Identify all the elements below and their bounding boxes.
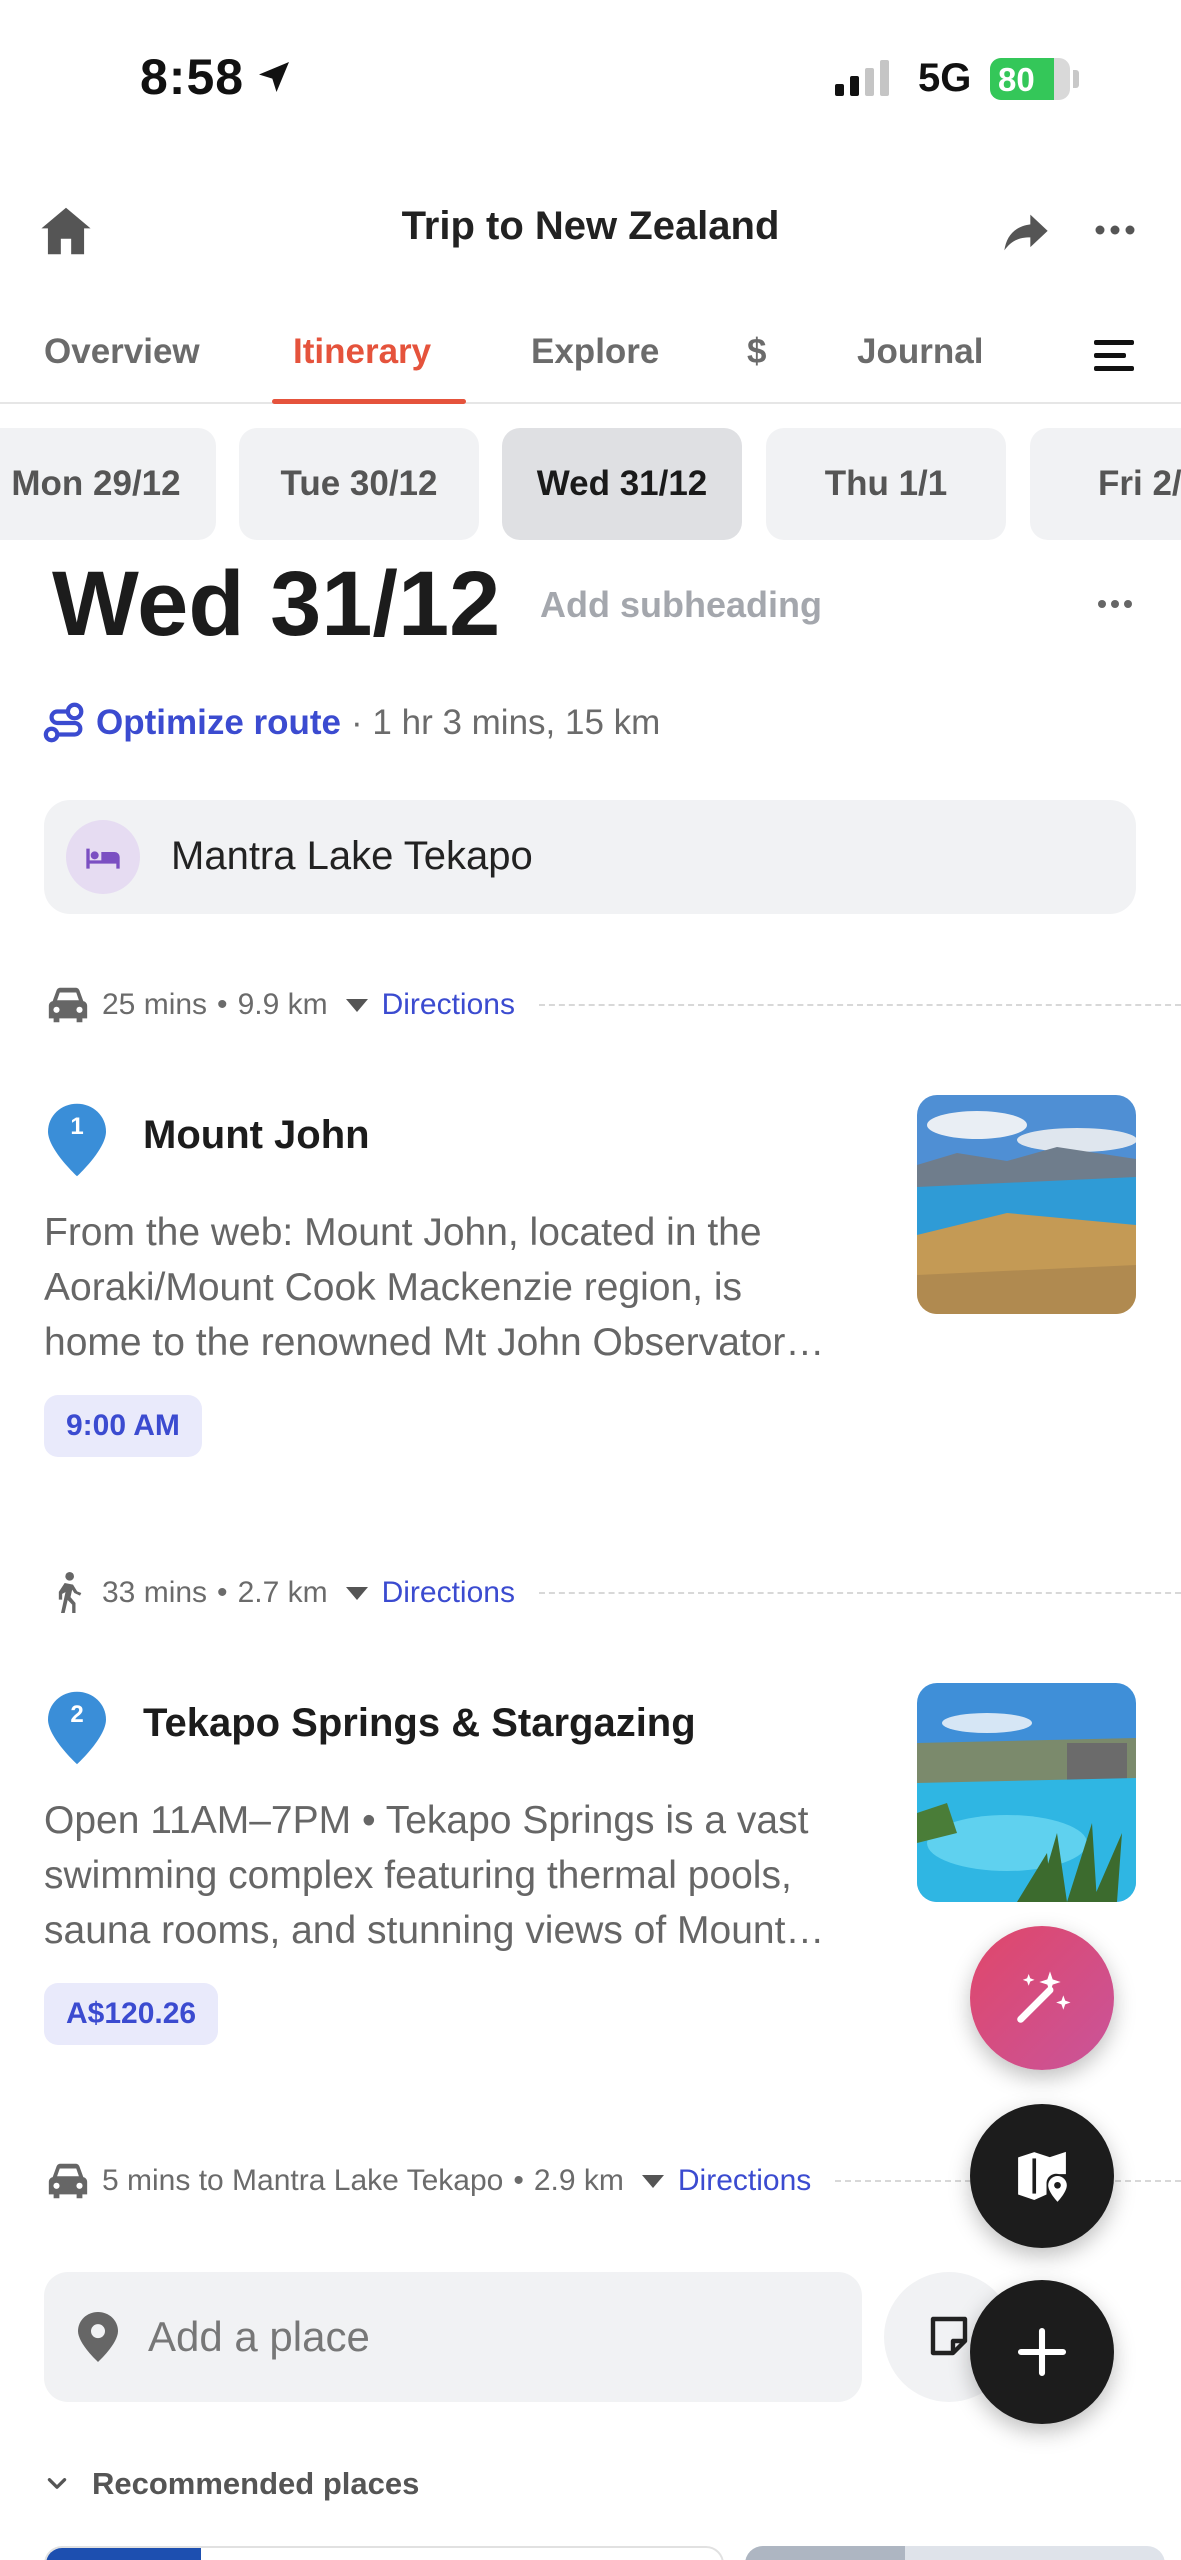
walk-icon — [44, 1572, 92, 1613]
add-button[interactable] — [970, 2280, 1114, 2424]
caret-down-icon[interactable] — [641, 2174, 664, 2188]
route-summary: · 1 hr 3 mins, 15 km — [351, 703, 661, 742]
caret-down-icon[interactable] — [345, 1586, 368, 1600]
car-icon — [44, 985, 92, 1025]
note-icon — [930, 2316, 968, 2356]
directions-link[interactable]: Directions — [678, 2164, 811, 2198]
tab-journal[interactable]: Journal — [857, 332, 983, 372]
travel-distance: 2.7 km — [237, 1576, 328, 1609]
time-badge[interactable]: 9:00 AM — [44, 1395, 202, 1457]
recommended-card-image — [745, 2546, 905, 2560]
recommended-card-image — [46, 2548, 201, 2560]
separator-dot: • — [217, 1576, 228, 1609]
lodging-name: Mantra Lake Tekapo — [171, 834, 533, 878]
place-photo[interactable] — [917, 1683, 1136, 1902]
recommended-card[interactable] — [44, 2546, 724, 2560]
network-type: 5G — [918, 56, 972, 100]
separator-dot: • — [217, 988, 228, 1021]
ellipsis-icon — [1098, 600, 1132, 608]
share-arrow-icon — [1004, 214, 1048, 251]
directions-link[interactable]: Directions — [382, 1576, 515, 1610]
travel-duration: 33 mins — [102, 1576, 208, 1609]
cellular-signal-icon — [835, 60, 889, 96]
lodging-icon-wrap — [66, 820, 140, 894]
place-number: 1 — [70, 1113, 84, 1140]
place-title: Mount John — [143, 1113, 370, 1157]
travel-duration: 5 mins to Mantra Lake Tekapo — [102, 2164, 504, 2197]
tab-explore[interactable]: Explore — [531, 332, 659, 372]
travel-distance: 2.9 km — [533, 2164, 624, 2197]
plus-icon — [1017, 2327, 1067, 2377]
place-number: 2 — [70, 1701, 84, 1728]
map-view-button[interactable] — [970, 2104, 1114, 2248]
place-description: Open 11AM–7PM • Tekapo Springs is a vast… — [44, 1793, 884, 1958]
divider — [538, 1004, 1181, 1006]
tab-overview[interactable]: Overview — [44, 332, 200, 372]
caret-down-icon[interactable] — [345, 998, 368, 1012]
description-line: Open 11AM–7PM • Tekapo Springs is a vast — [44, 1799, 809, 1842]
divider — [538, 1592, 1181, 1594]
hamburger-icon-line — [1094, 353, 1126, 358]
description-line: sauna rooms, and stunning views of Mount… — [44, 1909, 825, 1952]
tab-budget[interactable]: $ — [747, 332, 766, 372]
battery-tip — [1073, 70, 1079, 88]
chevron-down-icon — [47, 2478, 67, 2489]
map-pin-icon — [1018, 2151, 1067, 2202]
add-place-input[interactable]: Add a place — [44, 2272, 862, 2402]
description-line: home to the renowned Mt John Observator… — [44, 1321, 825, 1364]
battery-icon: 80 — [990, 58, 1070, 100]
ai-assistant-button[interactable] — [970, 1926, 1114, 2070]
battery-percent: 80 — [998, 61, 1035, 98]
place-card[interactable]: 1 Mount John From the web: Mount John, l… — [0, 1095, 1181, 1457]
travel-duration: 25 mins — [102, 988, 208, 1021]
place-description: From the web: Mount John, located in the… — [44, 1205, 884, 1370]
description-line: Aoraki/Mount Cook Mackenzie region, is — [44, 1266, 742, 1309]
date-chip[interactable]: Tue 30/12 — [239, 428, 479, 540]
day-options-button[interactable] — [1095, 592, 1135, 616]
active-tab-indicator — [272, 399, 466, 404]
place-title: Tekapo Springs & Stargazing — [143, 1701, 696, 1745]
hamburger-icon-line — [1094, 366, 1134, 371]
trip-header: Trip to New Zealand — [0, 190, 1181, 280]
ellipsis-icon — [1095, 225, 1135, 235]
status-bar: 8:58 5G 80 — [0, 0, 1181, 160]
trip-tabs: Overview Itinerary Explore $ Journal — [0, 320, 1181, 404]
status-time-text: 8:58 — [140, 49, 245, 105]
location-arrow-icon — [259, 62, 290, 92]
directions-link[interactable]: Directions — [382, 988, 515, 1022]
place-photo[interactable] — [917, 1095, 1136, 1314]
date-selector: Mon 29/12 Tue 30/12 Wed 31/12 Thu 1/1 Fr… — [0, 428, 1181, 540]
travel-segment: 25 mins • 9.9 km Directions — [44, 980, 1181, 1030]
travel-segment: 33 mins • 2.7 km Directions — [44, 1568, 1181, 1618]
date-chip[interactable]: Mon 29/12 — [0, 428, 216, 540]
date-chip[interactable]: Fri 2/1 — [1030, 428, 1181, 540]
recommended-card[interactable] — [745, 2546, 1165, 2560]
separator-dot: • — [513, 2164, 524, 2197]
recommended-places-label: Recommended places — [92, 2466, 420, 2501]
hamburger-icon-line — [1094, 340, 1134, 345]
optimize-route-link[interactable]: Optimize route — [96, 703, 341, 743]
bed-icon — [86, 848, 120, 869]
date-chip-selected[interactable]: Wed 31/12 — [502, 428, 742, 540]
tab-itinerary[interactable]: Itinerary — [293, 332, 431, 372]
lodging-card[interactable]: Mantra Lake Tekapo — [44, 800, 1136, 914]
route-icon — [43, 702, 84, 743]
status-time: 8:58 — [140, 48, 294, 106]
day-title: Wed 31/12 — [52, 553, 501, 655]
recommended-places-toggle[interactable]: Recommended places — [44, 2466, 419, 2502]
add-place-placeholder: Add a place — [148, 2313, 370, 2360]
description-line: swimming complex featuring thermal pools… — [44, 1854, 792, 1897]
travel-distance: 9.9 km — [237, 988, 328, 1021]
car-icon — [44, 2161, 92, 2201]
optimize-route-row: Optimize route · 1 hr 3 mins, 15 km — [42, 700, 660, 746]
location-pin-icon — [78, 2312, 118, 2362]
menu-button[interactable] — [1094, 340, 1140, 376]
date-chip[interactable]: Thu 1/1 — [766, 428, 1006, 540]
description-line: From the web: Mount John, located in the — [44, 1211, 762, 1254]
more-options-button[interactable] — [1090, 210, 1140, 250]
share-button[interactable] — [1000, 206, 1052, 258]
magic-wand-icon — [1017, 1971, 1071, 2023]
price-badge[interactable]: A$120.26 — [44, 1983, 219, 2045]
add-subheading-button[interactable]: Add subheading — [540, 584, 822, 626]
